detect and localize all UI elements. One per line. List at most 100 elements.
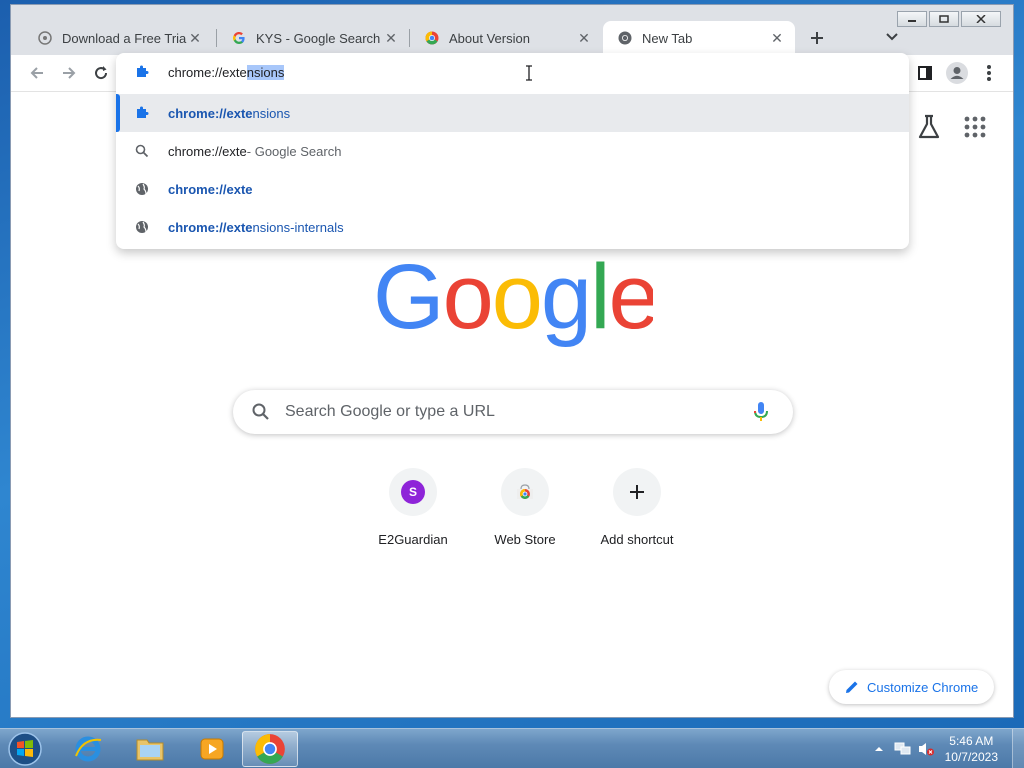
microphone-icon[interactable] [751,401,771,423]
suggestion-query: chrome://exte [168,143,247,159]
taskbar-file-explorer[interactable] [122,731,178,767]
google-apps-icon[interactable] [964,116,986,138]
globe-icon [134,219,150,235]
omnibox-dropdown: chrome://extensions chrome://extensions … [116,53,909,249]
pencil-icon [846,681,858,693]
taskbar-media-player[interactable] [184,731,240,767]
suggestion-chrome-exte[interactable]: chrome://exte [116,170,909,208]
shortcut-label: Web Store [494,532,556,547]
profile-avatar-icon [946,62,968,84]
suggestion-url: chrome://extensions [168,105,291,121]
suggestion-extensions[interactable]: chrome://extensions [116,94,909,132]
clock-date: 10/7/2023 [944,750,998,764]
tab-title: KYS - Google Search [256,30,381,46]
avatar: S [401,480,425,504]
minimize-button[interactable] [897,11,927,27]
volume-muted-icon[interactable] [917,741,935,757]
tab-strip: Download a Free Trial of ✕ KYS - Google … [11,19,1013,55]
tab-download-trial[interactable]: Download a Free Trial of ✕ [23,21,213,55]
suggestion-url: chrome://extensions-internals [168,219,344,235]
new-tab-button[interactable] [807,29,827,49]
close-tab-icon[interactable]: ✕ [187,30,203,47]
shortcut-e2guardian[interactable]: S E2Guardian [357,468,469,547]
tab-new-tab[interactable]: New Tab ✕ [603,21,795,55]
page-icon [37,30,53,46]
close-tab-icon[interactable]: ✕ [576,30,592,47]
side-panel-button[interactable] [913,61,937,85]
address-bar[interactable]: chrome://extensions [116,53,909,91]
network-icon[interactable] [893,741,911,757]
shortcut-tile [501,468,549,516]
system-tray: 5:46 AM 10/7/2023 [873,729,1024,768]
chrome-icon [255,734,285,764]
taskbar-google-chrome[interactable] [242,731,298,767]
chrome-icon [617,30,633,46]
globe-icon [134,181,150,197]
media-player-icon [200,738,224,760]
close-window-button[interactable] [961,11,1001,27]
kebab-menu-icon [987,65,991,81]
plus-icon [630,485,644,499]
shortcut-tile: S [389,468,437,516]
labs-flask-icon[interactable] [917,114,941,140]
tab-title: New Tab [642,30,693,46]
typed-text: chrome://exte [168,64,247,80]
extension-puzzle-icon [137,65,149,77]
search-icon [252,403,269,420]
shortcut-tile [613,468,661,516]
minimize-icon [908,20,916,22]
tab-about-version[interactable]: About Version ✕ [410,21,602,55]
customize-label: Customize Chrome [867,679,979,695]
restore-icon [939,15,949,23]
window-controls [897,11,1001,27]
shortcut-label: E2Guardian [378,532,448,547]
customize-chrome-button[interactable]: Customize Chrome [829,670,995,704]
web-store-icon [517,484,533,499]
suggestion-description: - Google Search [246,143,342,159]
search-box[interactable]: Search Google or type a URL [233,390,793,434]
shortcut-web-store[interactable]: Web Store [469,468,581,547]
arrow-left-icon [30,67,43,79]
google-logo: Google [373,248,653,348]
text-cursor-icon [526,65,532,81]
close-icon [976,15,986,23]
chrome-window: Download a Free Trial of ✕ KYS - Google … [10,4,1014,718]
show-desktop-button[interactable] [1012,729,1024,768]
tab-title: About Version [449,30,530,46]
plus-icon [811,32,823,44]
close-tab-icon[interactable]: ✕ [769,30,785,47]
windows-taskbar: 5:46 AM 10/7/2023 [0,728,1024,768]
reload-icon [95,66,108,80]
arrow-right-icon [63,67,76,79]
forward-button[interactable] [57,61,81,85]
suggestion-extensions-internals[interactable]: chrome://extensions-internals [116,208,909,246]
chrome-icon [424,30,440,46]
system-clock[interactable]: 5:46 AM 10/7/2023 [945,733,998,765]
folder-icon [136,739,164,761]
chevron-down-icon [886,33,898,41]
shortcuts-grid: S E2Guardian Web Store Add shortcut [357,468,693,547]
profile-button[interactable] [945,61,969,85]
search-placeholder: Search Google or type a URL [285,403,495,420]
suggestion-google-search[interactable]: chrome://exte - Google Search [116,132,909,170]
address-input-text[interactable]: chrome://extensions [168,64,285,80]
svg-text:Google: Google [373,248,653,348]
tab-kys-google-search[interactable]: KYS - Google Search ✕ [217,21,409,55]
taskbar-internet-explorer[interactable] [60,731,116,767]
show-hidden-icons-icon[interactable] [873,743,885,755]
menu-button[interactable] [977,61,1001,85]
tab-search-button[interactable] [885,29,905,49]
internet-explorer-icon [75,736,102,762]
autocomplete-selection: nsions [246,64,285,80]
add-shortcut-button[interactable]: Add shortcut [581,468,693,547]
close-tab-icon[interactable]: ✕ [383,30,399,47]
clock-time: 5:46 AM [949,734,994,748]
reload-button[interactable] [89,61,113,85]
start-button[interactable] [4,731,46,767]
back-button[interactable] [25,61,49,85]
tab-title: Download a Free Trial of [62,30,187,46]
restore-button[interactable] [929,11,959,27]
side-panel-icon [918,66,932,80]
shortcut-label: Add shortcut [600,532,674,547]
windows-orb-icon [8,732,42,766]
